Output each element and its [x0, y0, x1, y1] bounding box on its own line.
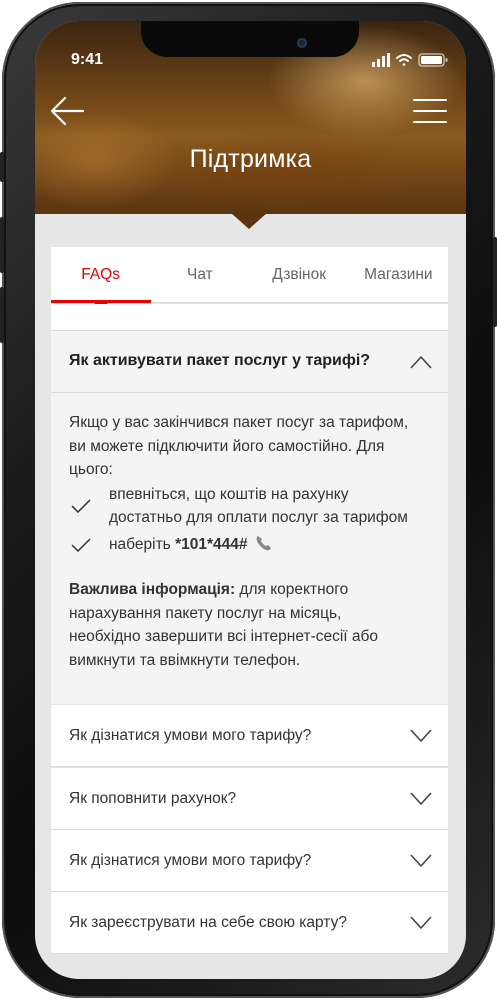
check-icon: [71, 498, 91, 513]
chevron-down-icon[interactable]: [410, 792, 432, 806]
tab-label: Чат: [187, 266, 213, 283]
faq-item[interactable]: Як зареєструвати на себе свою карту?: [51, 892, 448, 954]
tab-label: Дзвінок: [272, 266, 326, 283]
tab-label: Магазини: [364, 266, 433, 283]
chevron-down-icon[interactable]: [410, 916, 432, 930]
volume-up-button: [0, 217, 4, 273]
back-arrow-icon[interactable]: [49, 93, 85, 129]
chevron-down-icon[interactable]: [410, 729, 432, 743]
tab-chat[interactable]: Чат: [150, 247, 249, 302]
note-label: Важлива інформація:: [69, 581, 236, 598]
step-text: наберіть: [109, 535, 176, 553]
menu-icon[interactable]: [413, 97, 447, 125]
status-icons: [372, 53, 448, 67]
answer-step: наберіть *101*444#: [69, 533, 409, 557]
mute-switch: [0, 152, 4, 182]
tab-bar: FAQs Чат Дзвінок Магазини: [51, 247, 448, 310]
faq-question-header[interactable]: Як активувати пакет послуг у тарифі?: [51, 331, 448, 393]
chevron-down-icon[interactable]: [410, 854, 432, 868]
chevron-up-icon[interactable]: [410, 355, 432, 369]
important-note: Важлива інформація: для коректного нарах…: [69, 578, 409, 672]
notch: [141, 21, 359, 57]
tab-faqs[interactable]: FAQs: [51, 247, 151, 310]
signal-icon: [372, 53, 390, 67]
faq-question: Як зареєструвати на себе свою карту?: [69, 914, 347, 931]
answer-intro: Якщо у вас закінчився пакет посуг за тар…: [69, 414, 409, 478]
faq-question: Як поповнити рахунок?: [69, 790, 237, 807]
page-title: Підтримка: [189, 145, 312, 173]
tab-stores[interactable]: Магазини: [349, 247, 448, 302]
ussd-code: *101*444#: [175, 535, 248, 553]
battery-icon: [418, 53, 448, 67]
check-icon: [71, 537, 91, 552]
faq-answer: Якщо у вас закінчився пакет посуг за тар…: [69, 411, 409, 672]
answer-step: впевніться, що коштів на рахунку достатн…: [69, 483, 409, 530]
screen: 9:41 Підтримка FAQs Чат Дзвінок Магазини…: [35, 21, 466, 979]
volume-down-button: [0, 287, 4, 343]
header-pointer: [231, 213, 267, 229]
tab-label: FAQs: [81, 266, 120, 283]
faq-item[interactable]: Як дізнатися умови мого тарифу?: [51, 705, 448, 767]
faq-question: Як дізнатися умови мого тарифу?: [69, 727, 312, 744]
faq-item-expanded: Як активувати пакет послуг у тарифі? Якщ…: [51, 330, 448, 704]
phone-icon[interactable]: [254, 534, 274, 552]
step-text: впевніться, що коштів на рахунку достатн…: [109, 485, 408, 527]
phone-frame: 9:41 Підтримка FAQs Чат Дзвінок Магазини…: [0, 2, 497, 998]
faq-list-top: [51, 304, 448, 330]
faq-question: Як дізнатися умови мого тарифу?: [69, 852, 312, 869]
camera: [297, 38, 307, 48]
faq-item[interactable]: Як поповнити рахунок?: [51, 768, 448, 830]
tab-call[interactable]: Дзвінок: [250, 247, 349, 302]
faq-item[interactable]: Як дізнатися умови мого тарифу?: [51, 830, 448, 892]
status-time: 9:41: [71, 51, 104, 68]
power-button: [493, 237, 497, 327]
wifi-icon: [396, 54, 412, 66]
faq-question: Як активувати пакет послуг у тарифі?: [69, 352, 371, 369]
